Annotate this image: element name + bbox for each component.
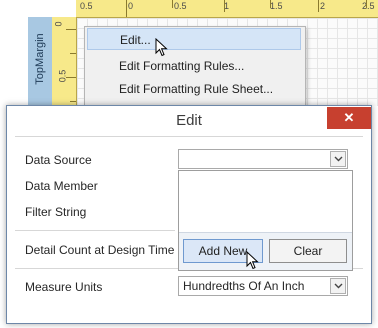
data-source-label: Data Source [25, 153, 92, 167]
chevron-down-icon [334, 156, 343, 162]
chevron-down-icon [334, 283, 343, 289]
horizontal-ruler: 0.5 0 0.5 1 1.5 2 2.5 [76, 0, 378, 18]
ruler-tick [66, 29, 76, 30]
ruler-tick [66, 77, 76, 78]
measure-units-value: Hundredths Of An Inch [183, 279, 305, 293]
dialog-title: Edit [176, 112, 202, 129]
ruler-label: 0 [128, 1, 134, 11]
menu-item-edit-formatting-rules[interactable]: Edit Formatting Rules... [87, 55, 301, 77]
ruler-label: 1.5 [270, 1, 283, 11]
ruler-tick [70, 101, 76, 102]
menu-item-edit[interactable]: Edit... [87, 28, 301, 50]
ruler-label: 0.5 [57, 69, 68, 83]
add-new-label: Add New [198, 244, 248, 258]
clear-button[interactable]: Clear [269, 239, 347, 263]
ruler-label: 2.5 [362, 1, 375, 11]
ruler-label: 0.5 [174, 1, 187, 11]
ruler-tick [70, 53, 76, 54]
vertical-ruler: 0 0.5 [52, 17, 77, 107]
measure-units-combo[interactable]: Hundredths Of An Inch [178, 276, 348, 296]
ruler-tick [318, 0, 319, 12]
data-source-dropdown[interactable]: Add New Clear [178, 170, 353, 271]
menu-item-label: Edit Formatting Rules... [119, 59, 245, 73]
close-button[interactable]: ✕ [327, 107, 371, 129]
divider [15, 136, 363, 137]
top-margin-band[interactable]: TopMargin [28, 17, 53, 107]
ruler-tick [366, 0, 367, 8]
menu-item-edit-formatting-rule-sheet[interactable]: Edit Formatting Rule Sheet... [87, 78, 301, 100]
menu-item-label: Edit Formatting Rule Sheet... [119, 82, 274, 96]
ruler-tick [126, 0, 127, 17]
dropdown-button[interactable] [330, 151, 346, 167]
mouse-cursor-icon [246, 251, 259, 270]
dropdown-button[interactable] [330, 278, 346, 294]
ruler-tick [172, 0, 173, 8]
detail-count-label: Detail Count at Design Time [25, 243, 175, 257]
ruler-label: 2 [320, 1, 326, 11]
dropdown-footer: Add New Clear [179, 232, 352, 270]
close-icon: ✕ [343, 110, 355, 125]
divider [15, 230, 175, 231]
context-menu: Edit... Edit Formatting Rules... Edit Fo… [84, 26, 306, 106]
ruler-label: 0 [53, 21, 64, 27]
ruler-tick [224, 0, 225, 12]
data-source-combo[interactable] [178, 149, 348, 169]
measure-units-label: Measure Units [25, 280, 103, 294]
data-member-label: Data Member [25, 179, 98, 193]
band-label: TopMargin [34, 33, 46, 85]
edit-dialog: Edit ✕ Data Source Data Member Filter St… [6, 105, 372, 324]
filter-string-label: Filter String [25, 205, 87, 219]
clear-label: Clear [293, 244, 323, 258]
mouse-cursor-icon [155, 38, 168, 57]
ruler-tick [270, 0, 271, 8]
menu-item-label: Edit... [120, 33, 151, 47]
ruler-label: 0.5 [80, 1, 93, 11]
